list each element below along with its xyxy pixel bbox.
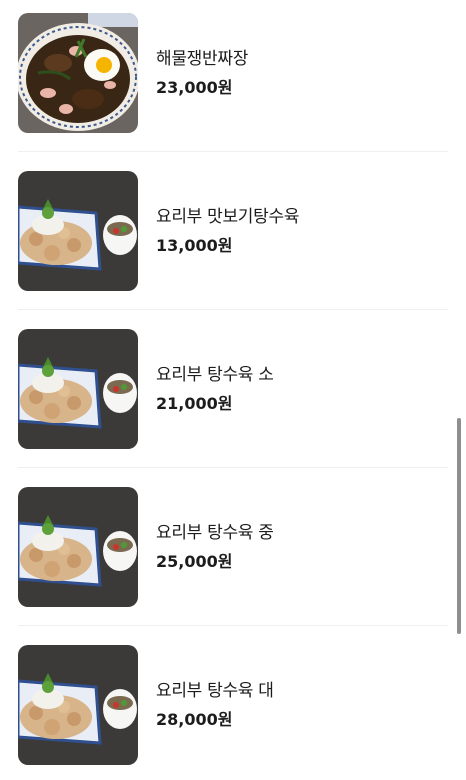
scrollbar[interactable] <box>457 418 461 634</box>
menu-item-price: 13,000원 <box>156 236 233 255</box>
jjajang-plate-image <box>18 13 138 133</box>
menu-item[interactable]: 요리부 탕수육 소 21,000원 <box>18 329 448 449</box>
menu-item-name: 해물쟁반짜장 <box>156 49 249 69</box>
tangsuyuk-image <box>18 487 138 607</box>
menu-item-price: 25,000원 <box>156 552 233 571</box>
menu-item-price: 23,000원 <box>156 78 233 97</box>
menu-item[interactable]: 요리부 탕수육 대 28,000원 <box>18 645 448 765</box>
menu-item[interactable]: 요리부 탕수육 중 25,000원 <box>18 487 448 607</box>
divider <box>18 467 448 468</box>
tangsuyuk-image <box>18 329 138 449</box>
tangsuyuk-image <box>18 171 138 291</box>
divider <box>18 151 448 152</box>
divider <box>18 625 448 626</box>
menu-item-name: 요리부 탕수육 소 <box>156 365 274 385</box>
menu-item[interactable]: 요리부 맛보기탕수육 13,000원 <box>18 171 448 291</box>
divider <box>18 309 448 310</box>
tangsuyuk-image <box>18 645 138 765</box>
menu-item-name: 요리부 맛보기탕수육 <box>156 207 300 227</box>
menu-item[interactable]: 해물쟁반짜장 23,000원 <box>18 13 448 133</box>
menu-item-price: 28,000원 <box>156 710 233 729</box>
menu-item-name: 요리부 탕수육 대 <box>156 681 274 701</box>
menu-item-price: 21,000원 <box>156 394 233 413</box>
menu-item-name: 요리부 탕수육 중 <box>156 523 274 543</box>
